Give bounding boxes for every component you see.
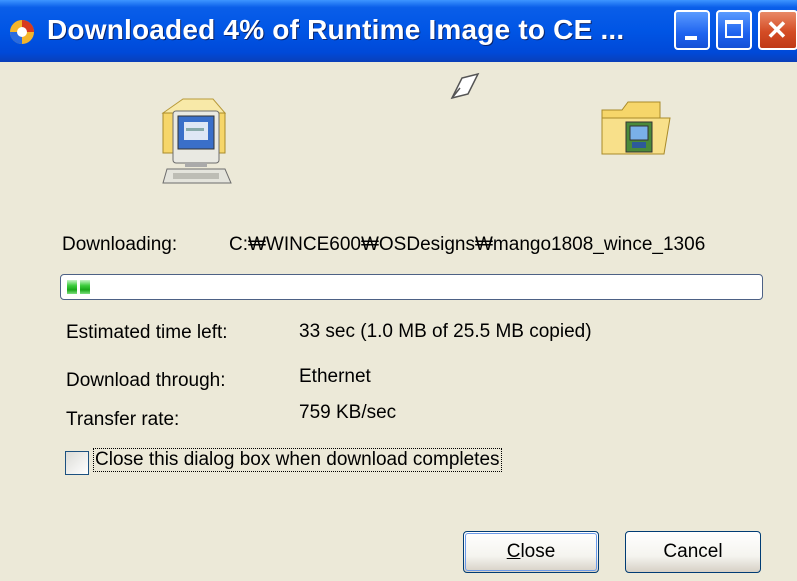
progress-segment	[80, 280, 90, 294]
window-title: Downloaded 4% of Runtime Image to CE ...	[47, 14, 625, 45]
device-folder-icon	[601, 101, 671, 155]
close-button[interactable]: Close	[463, 531, 599, 573]
close-when-done-checkbox[interactable]	[65, 451, 89, 475]
download-progress-bar	[60, 274, 763, 300]
downloading-label: Downloading:	[62, 234, 178, 255]
download-through-value: Ethernet	[299, 366, 371, 387]
download-through-label: Download through:	[66, 370, 226, 391]
maximize-button[interactable]	[716, 10, 752, 50]
cancel-button[interactable]: Cancel	[625, 531, 761, 573]
transfer-rate-label: Transfer rate:	[66, 409, 180, 430]
app-icon	[10, 20, 34, 44]
progress-segment	[67, 280, 77, 294]
flying-paper-icon	[450, 72, 480, 100]
close-window-button[interactable]: ✕	[758, 10, 797, 50]
minimize-icon	[685, 36, 697, 40]
download-dialog: Downloaded 4% of Runtime Image to CE ...…	[0, 0, 797, 581]
transfer-rate-value: 759 KB/sec	[299, 402, 397, 423]
close-when-done-label[interactable]: Close this dialog box when download comp…	[93, 448, 502, 472]
close-button-label: lose	[520, 541, 556, 562]
computer-icon	[161, 98, 232, 184]
title-bar[interactable]: Downloaded 4% of Runtime Image to CE ...…	[0, 0, 797, 62]
download-path: C:₩WINCE600₩OSDesigns₩mango1808_wince_13…	[229, 234, 706, 255]
close-mnemonic: C	[506, 541, 521, 562]
estimated-time-value: 33 sec (1.0 MB of 25.5 MB copied)	[299, 321, 592, 342]
minimize-button[interactable]	[674, 10, 710, 50]
maximize-icon	[725, 20, 743, 38]
estimated-time-label: Estimated time left:	[66, 322, 228, 343]
close-icon: ✕	[766, 15, 788, 45]
